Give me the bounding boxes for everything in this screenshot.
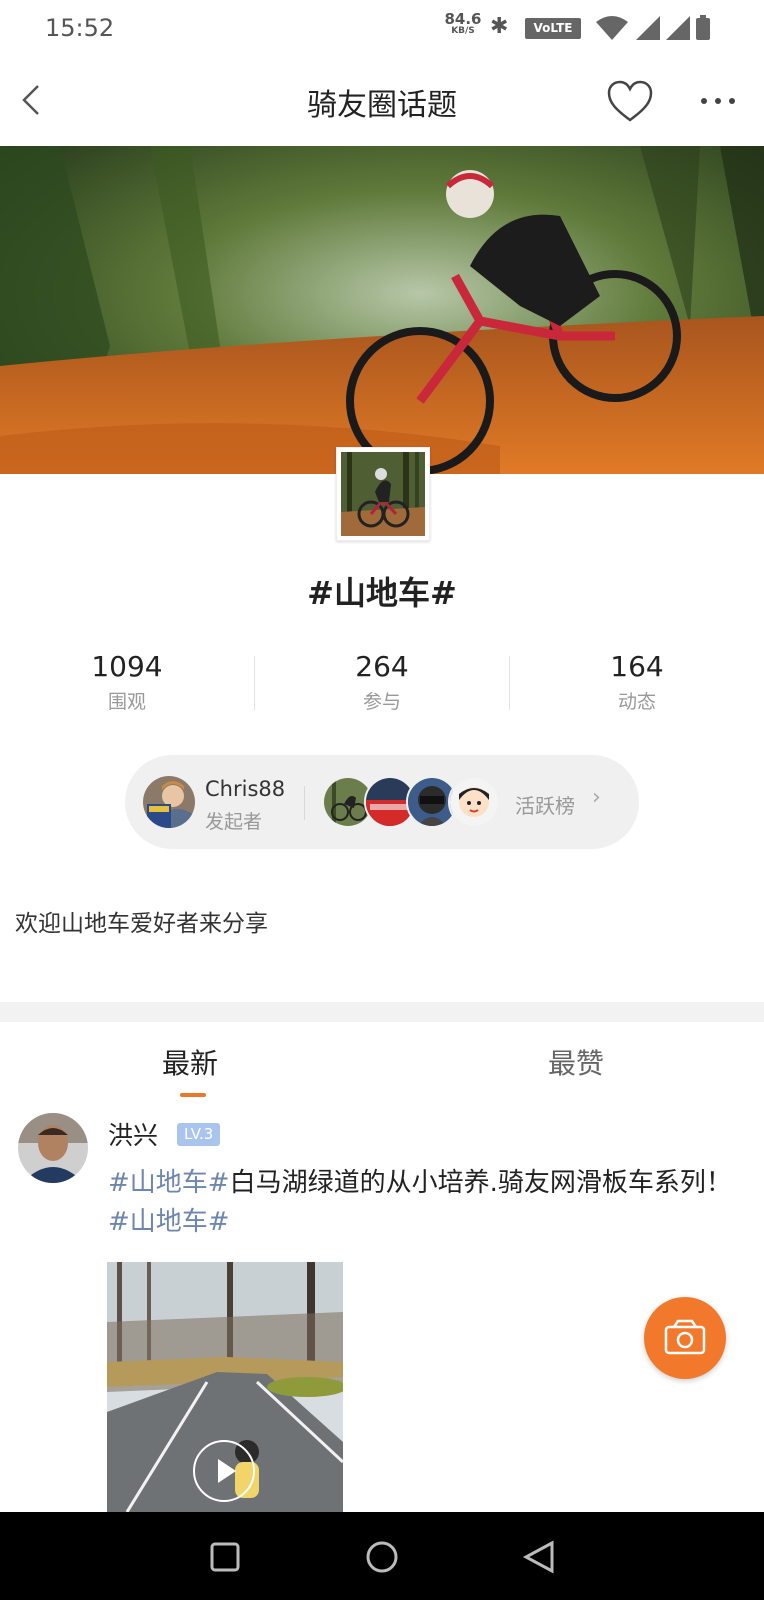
more-icon bbox=[701, 98, 735, 104]
stat-posts-value: 164 bbox=[610, 650, 664, 683]
stat-participants-value: 264 bbox=[355, 650, 409, 683]
stat-views-value: 1094 bbox=[91, 650, 163, 683]
post-text: 白马湖绿道的从小培养.骑友网滑板车系列！ bbox=[229, 1168, 732, 1198]
tab-most-liked[interactable]: 最赞 bbox=[548, 1042, 604, 1082]
active-ranking-link[interactable]: 活跃榜 bbox=[515, 790, 575, 819]
creator-avatar[interactable] bbox=[143, 776, 195, 828]
level-badge: LV.3 bbox=[177, 1123, 221, 1146]
stat-participants: 264 参与 bbox=[255, 650, 509, 714]
stat-participants-label: 参与 bbox=[362, 691, 401, 713]
signal-strength-icon bbox=[636, 16, 660, 40]
stat-posts: 164 动态 bbox=[510, 650, 764, 714]
nav-home-icon bbox=[366, 1541, 398, 1573]
follow-heart-button[interactable] bbox=[605, 78, 655, 126]
nav-back-icon bbox=[522, 1540, 554, 1574]
post-camera-button[interactable] bbox=[644, 1297, 726, 1379]
topic-description: 欢迎山地车爱好者来分享 bbox=[15, 911, 268, 937]
play-button[interactable] bbox=[193, 1440, 255, 1502]
creator-name[interactable]: Chris88 bbox=[205, 777, 285, 801]
system-nav-bar bbox=[0, 1512, 764, 1600]
network-speed-value: 84.6 bbox=[444, 10, 482, 28]
battery-icon bbox=[696, 18, 710, 40]
tab-latest[interactable]: 最新 bbox=[162, 1042, 218, 1082]
pill-divider bbox=[304, 786, 305, 820]
post-hashtag[interactable]: #山地车# bbox=[108, 1168, 230, 1198]
back-icon bbox=[22, 85, 39, 115]
wifi-icon bbox=[596, 16, 628, 40]
post-content[interactable]: #山地车#白马湖绿道的从小培养.骑友网滑板车系列！ #山地车# bbox=[108, 1164, 758, 1242]
more-button[interactable] bbox=[696, 86, 740, 116]
post-hashtag[interactable]: #山地车# bbox=[108, 1207, 230, 1237]
topic-thumbnail bbox=[336, 447, 430, 541]
status-time: 15:52 bbox=[45, 14, 115, 42]
back-button[interactable] bbox=[12, 78, 56, 122]
stat-posts-label: 动态 bbox=[617, 691, 656, 713]
network-speed: 84.6 KB/S bbox=[442, 12, 484, 36]
section-separator bbox=[0, 1002, 764, 1022]
stat-views-label: 围观 bbox=[107, 691, 146, 713]
nav-recents-icon bbox=[210, 1542, 240, 1572]
camera-icon bbox=[664, 1319, 706, 1355]
signal-strength-icon-2 bbox=[666, 16, 690, 40]
volte-badge: VoLTE bbox=[525, 18, 581, 39]
topic-banner-image bbox=[0, 146, 764, 474]
post-author-name[interactable]: 洪兴 bbox=[108, 1116, 158, 1152]
creator-role: 发起者 bbox=[205, 811, 263, 833]
chevron-right-icon: › bbox=[592, 785, 601, 810]
page-title: 骑友圈话题 bbox=[307, 88, 457, 123]
play-icon bbox=[218, 1459, 236, 1483]
topic-title: #山地车# bbox=[307, 574, 457, 612]
tab-active-indicator bbox=[180, 1093, 206, 1097]
bluetooth-icon: ✱ bbox=[490, 14, 509, 39]
active-user-avatar[interactable] bbox=[448, 776, 500, 828]
post-author-avatar[interactable] bbox=[18, 1113, 88, 1183]
network-speed-unit: KB/S bbox=[451, 26, 475, 36]
heart-icon bbox=[607, 80, 653, 122]
signal-icons bbox=[596, 15, 710, 40]
stat-views: 1094 围观 bbox=[0, 650, 254, 714]
